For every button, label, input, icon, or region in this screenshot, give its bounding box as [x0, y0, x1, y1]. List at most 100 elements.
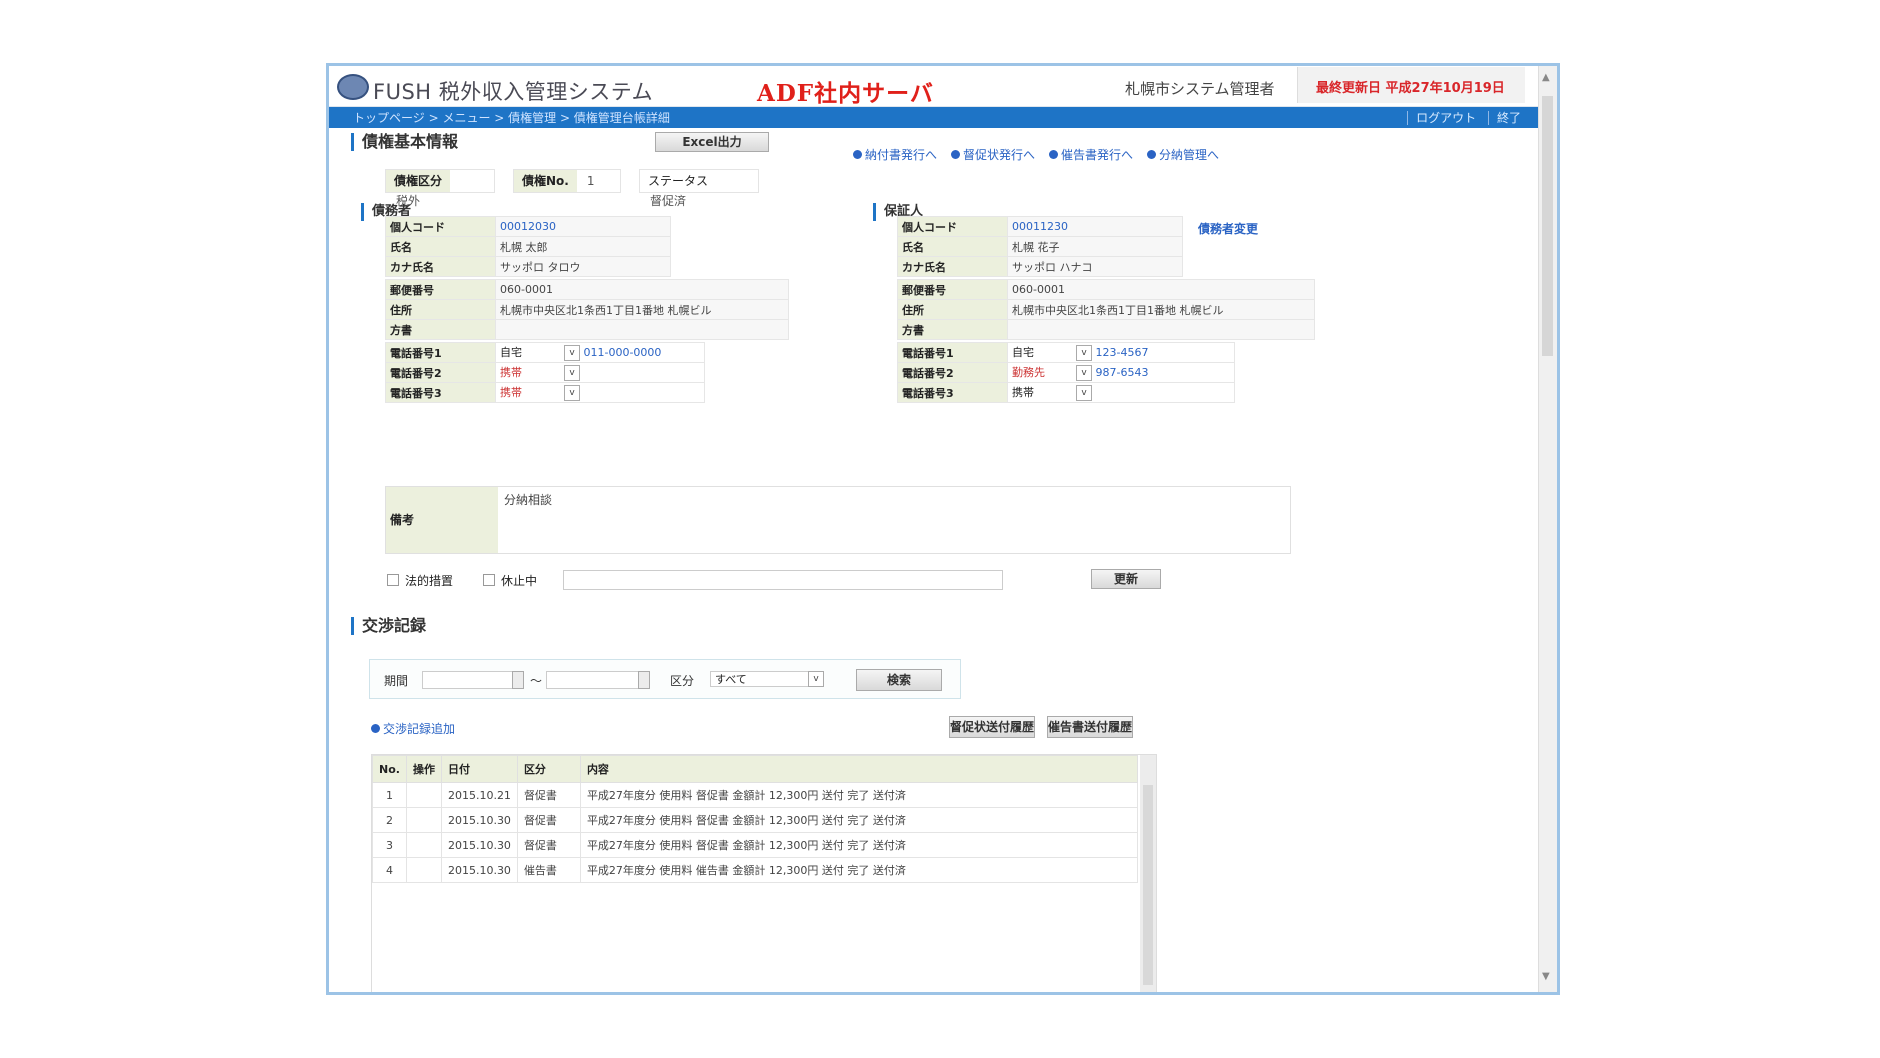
scroll-up-icon[interactable]: ▲ — [1542, 72, 1550, 83]
debtor-address-table: 郵便番号 060-0001 住所 札幌市中央区北1条西1丁目1番地 札幌ビル 方書 — [385, 279, 789, 340]
debtor-row: 郵便番号 060-0001 — [385, 279, 789, 300]
column-header[interactable]: No. — [372, 755, 407, 783]
user-label: 札幌市システム管理者 — [1125, 80, 1275, 98]
guarantor-row: 個人コード 00011230 — [897, 216, 1183, 237]
column-header[interactable]: 内容 — [579, 755, 1139, 783]
cell-content: 平成27年度分 使用料 催告書 金額計 12,300円 送付 完了 送付済 — [579, 857, 1139, 883]
phone-input[interactable]: 011-000-0000 — [584, 346, 662, 359]
chevron-down-icon[interactable]: v — [564, 345, 580, 361]
add-history-link[interactable]: 交渉記録追加 — [371, 720, 455, 737]
section-title-history: 交渉記録 — [351, 617, 426, 635]
phone-input[interactable]: 987-6543 — [1096, 366, 1149, 379]
date-to-input[interactable] — [546, 671, 650, 689]
phone-type-select[interactable]: 自宅 — [1012, 344, 1076, 360]
guarantor-row: 方書 — [897, 319, 1315, 340]
cell-op[interactable] — [405, 857, 442, 883]
chevron-down-icon[interactable]: v — [564, 385, 580, 401]
scroll-down-icon[interactable]: ▼ — [1542, 971, 1550, 982]
phone-input[interactable]: 123-4567 — [1096, 346, 1149, 359]
column-header[interactable]: 操作 — [405, 755, 442, 783]
checkbox-label: 法的措置 — [405, 574, 454, 588]
chevron-down-icon[interactable]: v — [1076, 345, 1092, 361]
cell-content: 平成27年度分 使用料 督促書 金額計 12,300円 送付 完了 送付済 — [579, 782, 1139, 808]
field-value[interactable]: 00012030 — [495, 216, 671, 237]
note-value[interactable]: 分納相談 — [504, 491, 552, 508]
checkbox-icon[interactable] — [483, 574, 495, 586]
note-field[interactable]: 備考 分納相談 — [385, 486, 1291, 554]
link-reminder[interactable]: 督促状発行へ — [951, 146, 1035, 163]
cell-op[interactable] — [405, 782, 442, 808]
table-row[interactable]: 4 2015.10.30 催告書 平成27年度分 使用料 催告書 金額計 12,300… — [372, 857, 1139, 883]
cell-op[interactable] — [405, 807, 442, 833]
column-header[interactable]: 区分 — [516, 755, 581, 783]
guarantor-phone-table: 電話番号1 自宅 v 123-4567 電話番号2 勤務先 v 987-6543 電話番… — [897, 342, 1235, 403]
field-label: 住所 — [385, 299, 496, 320]
field-label: 方書 — [385, 319, 496, 340]
logout-link[interactable]: ログアウト — [1407, 111, 1485, 125]
date-from-input[interactable] — [422, 671, 524, 689]
add-icon — [371, 724, 380, 733]
update-button[interactable]: 更新 — [1091, 569, 1161, 589]
excel-export-button[interactable]: Excel出力 — [655, 132, 769, 152]
link-bullet-icon — [1147, 150, 1156, 159]
demand-history-button[interactable]: 催告書送付履歴 — [1047, 716, 1133, 738]
nav-bar: トップページ > メニュー > 債権管理 > 債権管理台帳詳細 ログアウト 終了 — [329, 107, 1539, 128]
table-row[interactable]: 1 2015.10.21 督促書 平成27年度分 使用料 督促書 金額計 12,300… — [372, 782, 1139, 808]
phone-type-select[interactable]: 携帯 — [1012, 384, 1076, 400]
field-value: 札幌 太郎 — [495, 236, 671, 257]
table-row[interactable]: 2 2015.10.30 督促書 平成27年度分 使用料 督促書 金額計 12,300… — [372, 807, 1139, 833]
field-value[interactable]: 00011230 — [1007, 216, 1183, 237]
calendar-icon[interactable] — [638, 671, 650, 689]
chevron-down-icon[interactable]: v — [1076, 385, 1092, 401]
cell-date: 2015.10.21 — [440, 782, 518, 808]
column-header[interactable]: 日付 — [440, 755, 518, 783]
phone-type-select[interactable]: 携帯 — [500, 384, 564, 400]
phone-type-select[interactable]: 自宅 — [500, 344, 564, 360]
legal-action-checkbox[interactable]: 法的措置 — [387, 572, 453, 589]
cell-content: 平成27年度分 使用料 督促書 金額計 12,300円 送付 完了 送付済 — [579, 832, 1139, 858]
kind-select[interactable]: すべて v — [710, 671, 824, 687]
table-row[interactable]: 3 2015.10.30 督促書 平成27年度分 使用料 督促書 金額計 12,300… — [372, 832, 1139, 858]
chevron-down-icon[interactable]: v — [808, 671, 824, 687]
search-button[interactable]: 検索 — [856, 669, 942, 691]
phone-type-select[interactable]: 勤務先 — [1012, 364, 1076, 380]
kind-label: 区分 — [670, 674, 695, 688]
link-payment-slip[interactable]: 納付書発行へ — [853, 146, 937, 163]
table-scrollbar[interactable] — [1140, 755, 1156, 992]
field-value: サッポロ ハナコ — [1007, 256, 1183, 277]
app-window: FUSH 税外収入管理システム ADF社内サーバ 札幌市システム管理者 最終更新… — [326, 63, 1560, 995]
cell-op[interactable] — [405, 832, 442, 858]
phone-type-select[interactable]: 携帯 — [500, 364, 564, 380]
field-label: 電話番号1 — [897, 342, 1008, 363]
reminder-history-button[interactable]: 督促状送付履歴 — [949, 716, 1035, 738]
calendar-icon[interactable] — [512, 671, 524, 689]
link-demand[interactable]: 催告書発行へ — [1049, 146, 1133, 163]
memo-input[interactable] — [563, 570, 1003, 590]
table-scroll-thumb[interactable] — [1143, 785, 1153, 985]
field-value: 札幌市中央区北1条西1丁目1番地 札幌ビル — [1007, 299, 1315, 320]
cell-kind: 督促書 — [516, 807, 581, 833]
change-debtor-link[interactable]: 債務者変更 — [1198, 220, 1258, 237]
window-scrollbar[interactable]: ▲ ▼ — [1538, 66, 1557, 992]
title-bar: FUSH 税外収入管理システム ADF社内サーバ 札幌市システム管理者 最終更新… — [329, 66, 1539, 107]
guarantor-row: 郵便番号 060-0001 — [897, 279, 1315, 300]
breadcrumb[interactable]: トップページ > メニュー > 債権管理 > 債権管理台帳詳細 — [353, 109, 670, 126]
guarantor-address-table: 郵便番号 060-0001 住所 札幌市中央区北1条西1丁目1番地 札幌ビル 方書 — [897, 279, 1315, 340]
link-installment[interactable]: 分納管理へ — [1147, 146, 1219, 163]
suspended-checkbox[interactable]: 休止中 — [483, 572, 537, 589]
link-label: 督促状発行へ — [963, 148, 1036, 162]
update-notice[interactable]: 最終更新日 平成27年10月19日 — [1297, 67, 1525, 103]
scroll-thumb[interactable] — [1542, 96, 1553, 356]
field-value: 060-0001 — [1007, 279, 1315, 300]
field-value: 札幌市中央区北1条西1丁目1番地 札幌ビル — [495, 299, 789, 320]
field-value: 060-0001 — [495, 279, 789, 300]
chip-status: ステータス督促済 — [639, 169, 759, 208]
exit-link[interactable]: 終了 — [1487, 111, 1529, 125]
chevron-down-icon[interactable]: v — [1076, 365, 1092, 381]
chevron-down-icon[interactable]: v — [564, 365, 580, 381]
cell-kind: 催告書 — [516, 857, 581, 883]
checkbox-icon[interactable] — [387, 574, 399, 586]
field-label: 個人コード — [897, 216, 1008, 237]
chip-claim-no: 債権No. 1 — [513, 169, 621, 193]
history-table: No. 操作 日付 区分 内容 1 2015.10.21 督促書 平成27年度分 使用… — [371, 754, 1157, 992]
